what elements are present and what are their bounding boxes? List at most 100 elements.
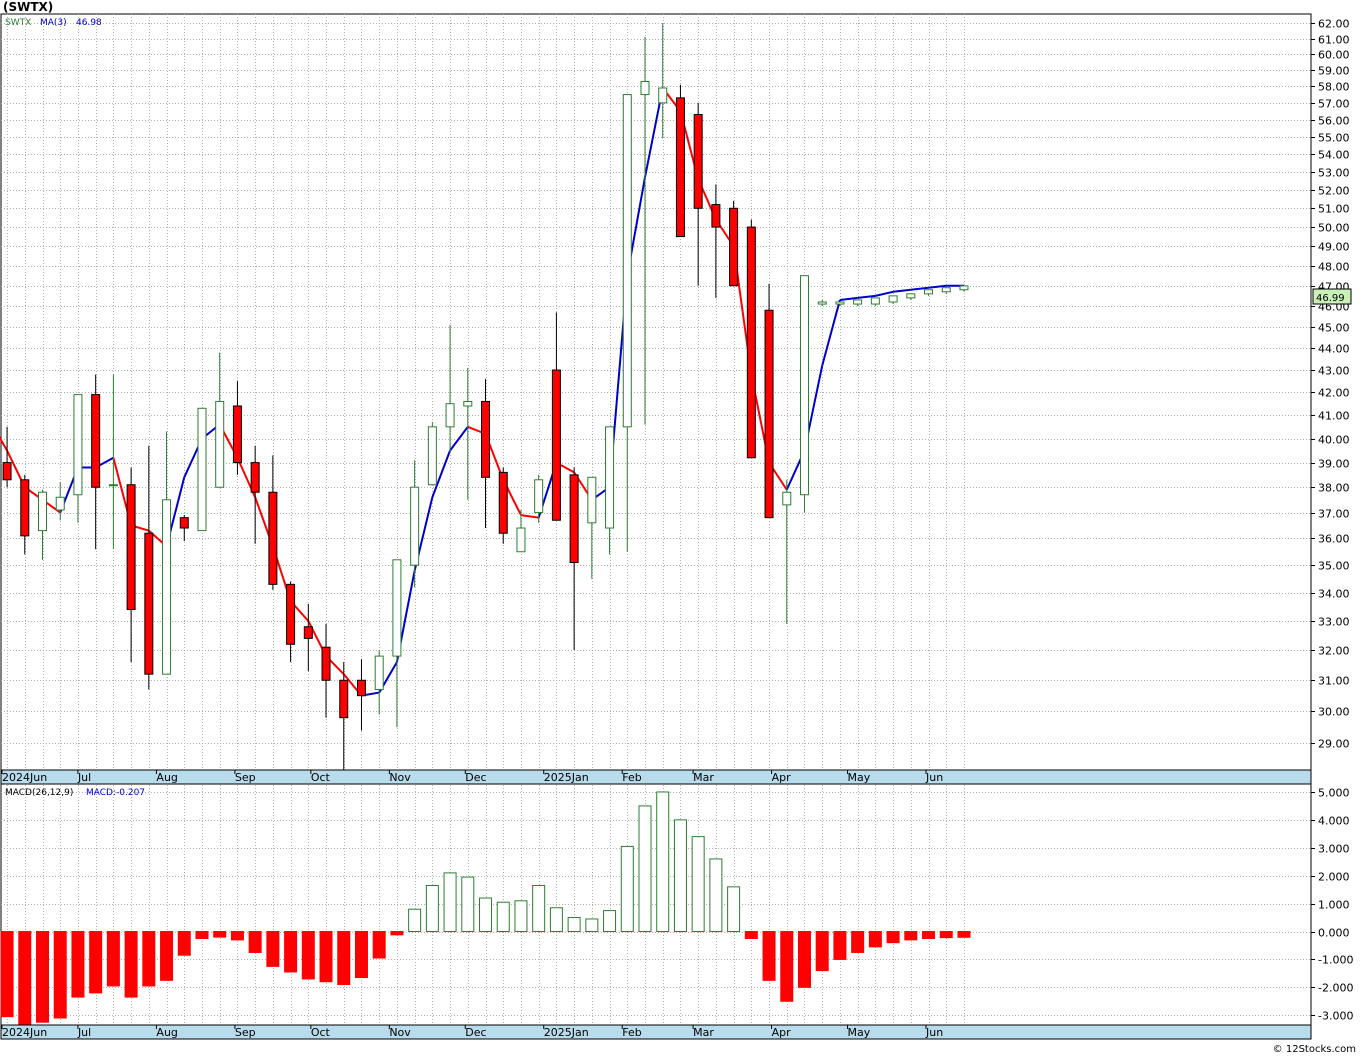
candle-body xyxy=(870,297,880,305)
candle-body xyxy=(516,527,526,553)
candle-body xyxy=(498,471,508,534)
price-legend: SWTX MA(3) 46.98 xyxy=(5,18,102,28)
macd-bar xyxy=(18,931,32,1026)
candle xyxy=(498,467,508,544)
price-y-tick-label: 45.00 xyxy=(1318,322,1350,335)
candle xyxy=(746,219,756,459)
macd-bar xyxy=(284,931,298,973)
candle-body xyxy=(144,532,154,675)
price-y-tick-label: 44.00 xyxy=(1318,343,1350,356)
candle-body xyxy=(941,287,951,293)
macd-bar xyxy=(408,908,422,933)
candle-body xyxy=(605,426,615,529)
month-label: May xyxy=(848,1026,871,1039)
macd-bar xyxy=(514,900,528,933)
candle-body xyxy=(356,679,366,697)
month-label: Oct xyxy=(311,771,331,784)
macd-y-tick-label: -3.000 xyxy=(1318,1010,1353,1023)
macd-bar xyxy=(230,931,244,941)
macd-legend-value: MACD:-0.207 xyxy=(86,788,145,798)
candle xyxy=(427,422,437,486)
macd-bar xyxy=(213,931,227,938)
candle-body xyxy=(250,462,260,493)
month-label: Jul xyxy=(77,1026,91,1039)
price-y-tick-label: 36.00 xyxy=(1318,533,1350,546)
macd-y-tick-label: -1.000 xyxy=(1318,954,1353,967)
candle-body xyxy=(73,394,83,496)
price-y-axis: 29.00 30.00 31.00 32.00 33.00 34.00 35.00 36.00… xyxy=(1311,18,1350,751)
macd-bar xyxy=(53,931,67,1019)
price-y-tick-label: 57.00 xyxy=(1318,98,1350,111)
price-y-tick-label: 42.00 xyxy=(1318,387,1350,400)
candle-body xyxy=(20,479,30,537)
macd-bar xyxy=(248,931,262,953)
candle-body xyxy=(303,626,313,639)
price-y-tick-label: 39.00 xyxy=(1318,458,1350,471)
macd-bar xyxy=(425,884,439,933)
price-y-tick-label: 60.00 xyxy=(1318,49,1350,62)
candle xyxy=(675,84,685,238)
candle-body xyxy=(410,486,420,566)
candle-body xyxy=(427,426,437,486)
candle-body xyxy=(551,369,561,521)
candle xyxy=(729,200,739,287)
macd-bar xyxy=(177,931,191,956)
candle-body xyxy=(91,394,101,488)
price-y-tick-label: 30.00 xyxy=(1318,706,1350,719)
macd-bar xyxy=(851,931,865,953)
candle-body xyxy=(126,484,136,611)
month-label: Aug xyxy=(156,1026,177,1039)
macd-bar xyxy=(922,931,936,939)
macd-y-tick-label: 4.000 xyxy=(1318,815,1350,828)
month-label: Apr xyxy=(772,771,792,784)
candle-body xyxy=(799,275,809,496)
legend-symbol: SWTX xyxy=(5,18,31,28)
macd-bar xyxy=(36,931,50,1023)
macd-legend-label: MACD(26,12,9) xyxy=(5,788,73,798)
candle-body xyxy=(232,405,242,464)
month-label: Sep xyxy=(235,1026,256,1039)
candle-body xyxy=(906,293,916,299)
candle-body xyxy=(729,207,739,287)
candle-body xyxy=(481,400,491,478)
month-label: 2025Jan xyxy=(544,1026,589,1039)
legend-ma-value: 46.98 xyxy=(76,18,102,28)
price-y-tick-label: 29.00 xyxy=(1318,738,1350,751)
macd-bar xyxy=(833,931,847,960)
month-label: 2025Jan xyxy=(544,771,589,784)
candle-body xyxy=(835,301,845,305)
price-y-tick-label: 52.00 xyxy=(1318,185,1350,198)
macd-bar xyxy=(142,931,156,987)
candle-body xyxy=(711,204,721,228)
macd-bar xyxy=(797,931,811,988)
candle-body xyxy=(587,476,597,524)
macd-y-tick-label: 3.000 xyxy=(1318,843,1350,856)
candle-body xyxy=(658,87,668,104)
month-label: Mar xyxy=(693,1026,714,1039)
candle-body xyxy=(817,301,827,305)
month-label: Nov xyxy=(389,771,411,784)
macd-bar xyxy=(673,819,687,933)
month-label: Nov xyxy=(389,1026,411,1039)
month-label: Dec xyxy=(465,1026,486,1039)
candle-body xyxy=(640,80,650,96)
candle-body xyxy=(888,295,898,303)
price-y-tick-label: 33.00 xyxy=(1318,616,1350,629)
month-label: Apr xyxy=(772,1026,792,1039)
macd-bar xyxy=(532,884,546,933)
macd-bar xyxy=(744,931,758,939)
month-label: Jul xyxy=(77,771,91,784)
candle-body xyxy=(321,646,331,681)
price-y-tick-label: 51.00 xyxy=(1318,203,1350,216)
macd-y-tick-label: -2.000 xyxy=(1318,982,1353,995)
macd-bar xyxy=(727,886,741,933)
price-y-tick-label: 48.00 xyxy=(1318,261,1350,274)
price-x-axis-band xyxy=(0,769,1312,785)
macd-bar xyxy=(549,907,563,933)
macd-bar xyxy=(886,931,900,944)
price-y-tick-label: 61.00 xyxy=(1318,34,1350,47)
month-label: Jun xyxy=(925,1026,943,1039)
macd-x-axis-band xyxy=(0,1024,1312,1040)
price-y-tick-label: 53.00 xyxy=(1318,167,1350,180)
candle-body xyxy=(374,655,384,690)
